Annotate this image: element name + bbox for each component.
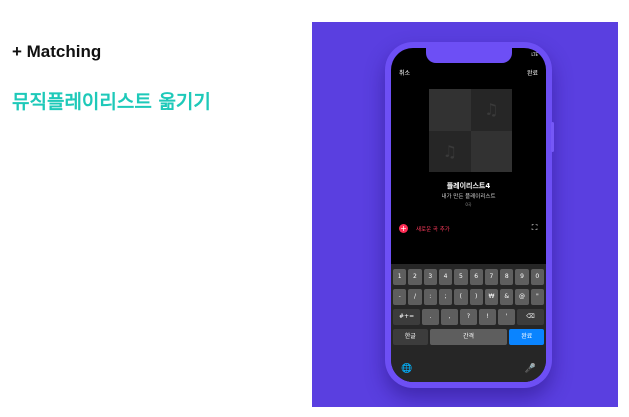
key[interactable]: 1 xyxy=(393,269,407,285)
cancel-button[interactable]: 취소 xyxy=(399,68,410,77)
key[interactable]: 2 xyxy=(408,269,422,285)
feature-title: + Matching xyxy=(12,42,102,61)
playlist-cover[interactable]: ♫ ♫ xyxy=(429,89,512,172)
keyboard: 1 2 3 4 5 6 7 8 9 0 - / : ; () ₩ & @ " … xyxy=(391,264,546,382)
phone-mockup-background: LTE 취소 완료 ♫ ♫ 플레이리스트4 내가 만든 플레이리스트 0곡 + … xyxy=(312,22,618,407)
done-button[interactable]: 완료 xyxy=(527,68,538,77)
cover-tile xyxy=(429,89,471,131)
backspace-icon[interactable]: ⌫ xyxy=(516,309,545,325)
keyboard-row-symbols: - / : ; ( ) ₩ & @ " xyxy=(393,289,544,305)
phone-side-button xyxy=(551,122,554,152)
key[interactable]: 6 xyxy=(469,269,483,285)
phone-notch xyxy=(426,48,512,63)
scan-icon[interactable]: ⛶ xyxy=(530,223,539,232)
slide: + Matching 뮤직플레이리스트 옮기기 LTE 취소 완료 ♫ ♫ 플레… xyxy=(0,0,629,417)
key[interactable]: " xyxy=(530,289,544,305)
key[interactable]: ? xyxy=(460,309,477,325)
key[interactable]: 4 xyxy=(438,269,453,285)
symbols-toggle-key[interactable]: #+= xyxy=(393,309,421,325)
music-note-icon: ♫ xyxy=(470,89,512,131)
language-key[interactable]: 한글 xyxy=(393,329,428,345)
microphone-icon[interactable]: 🎤 xyxy=(525,364,536,374)
key[interactable]: & xyxy=(500,289,514,305)
key[interactable]: . xyxy=(422,309,440,325)
key[interactable]: / xyxy=(408,289,422,305)
key[interactable]: ' xyxy=(497,309,515,325)
key[interactable]: 3 xyxy=(423,269,437,285)
key[interactable]: ( xyxy=(454,289,468,305)
keyboard-done-key[interactable]: 완료 xyxy=(509,329,545,345)
phone-frame: LTE 취소 완료 ♫ ♫ 플레이리스트4 내가 만든 플레이리스트 0곡 + … xyxy=(385,42,554,388)
key[interactable]: ₩ xyxy=(484,289,499,305)
key[interactable]: 5 xyxy=(454,269,468,285)
plus-icon: + xyxy=(399,224,408,233)
add-song-row[interactable]: + 새로운 곡 추가 xyxy=(399,224,450,233)
key[interactable]: ) xyxy=(469,289,483,305)
keyboard-row-numbers: 1 2 3 4 5 6 7 8 9 0 xyxy=(393,269,544,285)
key[interactable]: ; xyxy=(438,289,453,305)
key[interactable]: ! xyxy=(478,309,496,325)
key[interactable]: 0 xyxy=(530,269,544,285)
playlist-name[interactable]: 플레이리스트4 xyxy=(391,181,546,191)
music-note-icon: ♫ xyxy=(429,130,471,172)
phone-screen: LTE 취소 완료 ♫ ♫ 플레이리스트4 내가 만든 플레이리스트 0곡 + … xyxy=(391,48,546,382)
key[interactable]: 8 xyxy=(500,269,514,285)
cover-tile xyxy=(470,130,512,172)
globe-icon[interactable]: 🌐 xyxy=(401,364,412,374)
feature-subtitle: 뮤직플레이리스트 옮기기 xyxy=(12,91,211,113)
add-song-label: 새로운 곡 추가 xyxy=(416,226,450,233)
key[interactable]: , xyxy=(441,309,459,325)
keyboard-row-bottom: 한글 간격 완료 xyxy=(393,329,545,345)
keyboard-row-punctuation: #+= . , ? ! ' ⌫ xyxy=(393,309,545,325)
playlist-description[interactable]: 내가 만든 플레이리스트 xyxy=(391,192,546,200)
key[interactable]: 7 xyxy=(484,269,499,285)
space-key[interactable]: 간격 xyxy=(429,329,508,345)
key[interactable]: : xyxy=(423,289,437,305)
keyboard-accessory-bar: 🌐 🎤 xyxy=(401,364,536,374)
key[interactable]: @ xyxy=(515,289,529,305)
playlist-song-count: 0곡 xyxy=(465,202,472,207)
key[interactable]: 9 xyxy=(515,269,529,285)
key[interactable]: - xyxy=(393,289,407,305)
status-bar: LTE xyxy=(531,52,538,57)
